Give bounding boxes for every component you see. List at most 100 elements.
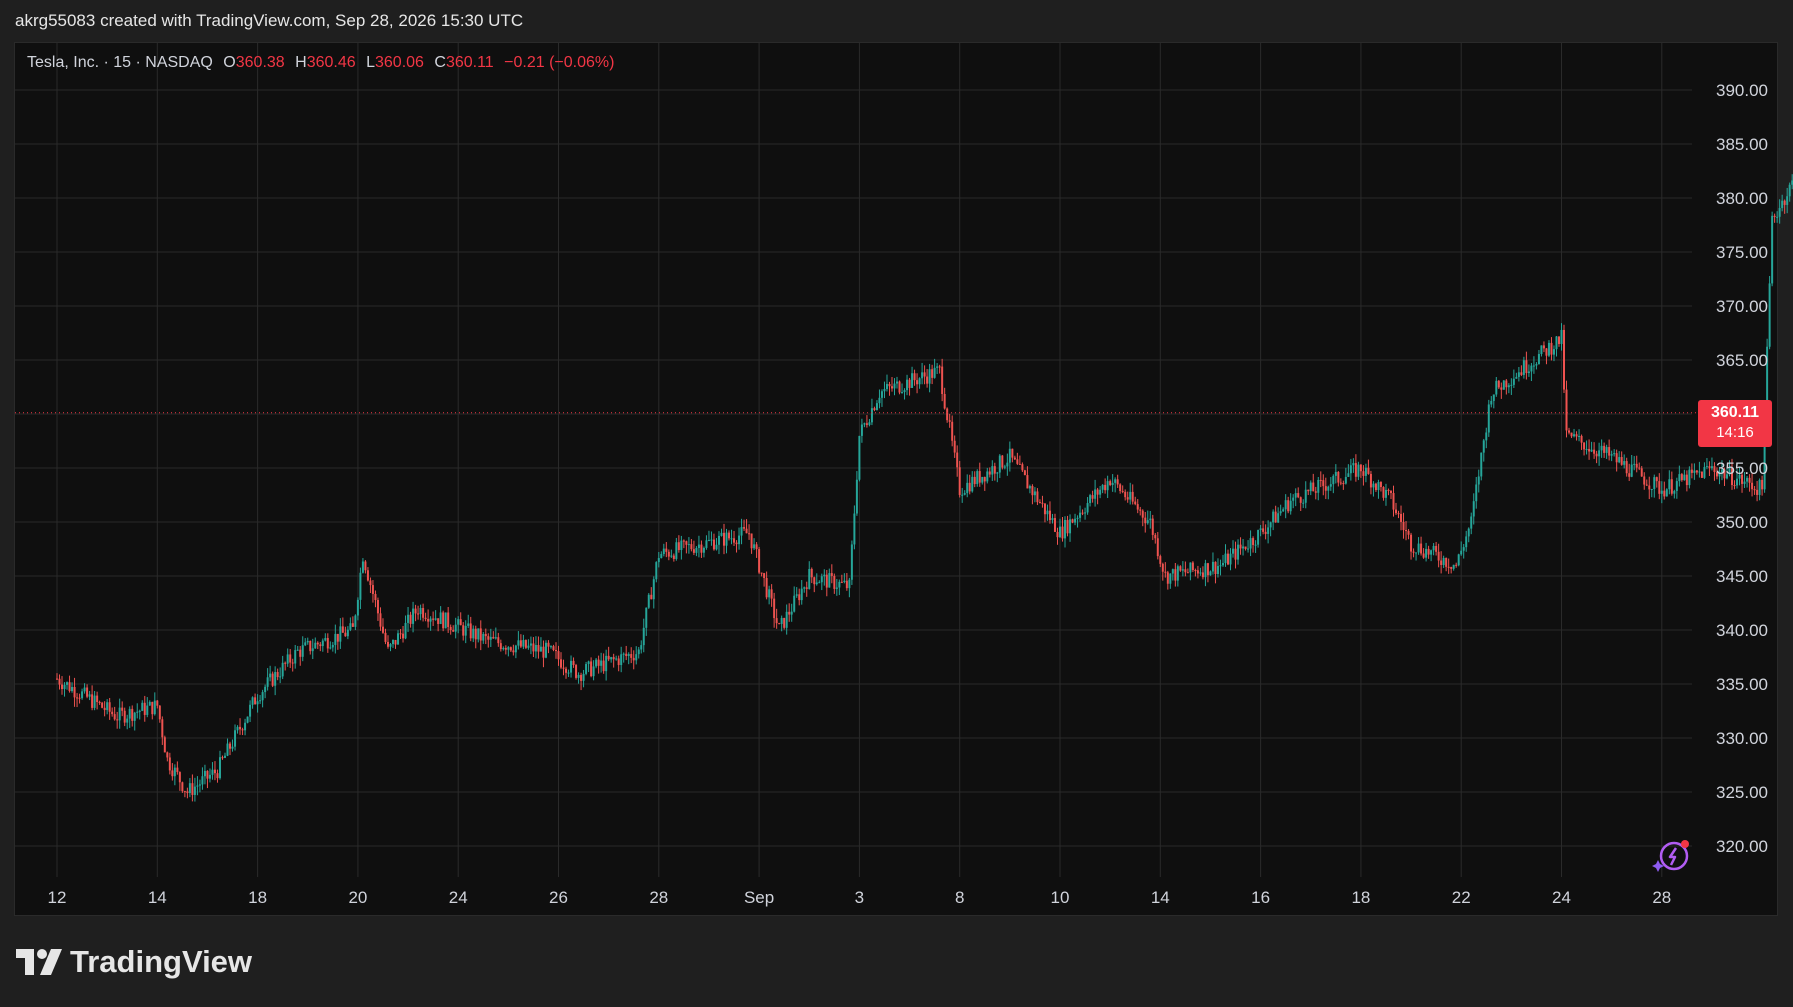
candle-body (923, 372, 926, 377)
candle-body (301, 645, 304, 657)
candle-body (680, 540, 683, 551)
candle-body (329, 647, 332, 649)
candle-body (249, 704, 252, 717)
candle-body (261, 692, 264, 701)
candle-body (828, 573, 831, 588)
candle-body (1743, 481, 1746, 484)
candle-body (1447, 566, 1450, 568)
candle-body (785, 611, 788, 628)
candle-body (1615, 453, 1618, 463)
candle-body (183, 791, 186, 793)
candle-body (1588, 448, 1591, 452)
candle-body (1259, 528, 1262, 531)
candle-body (156, 700, 159, 706)
ohlc-legend: Tesla, Inc. · 15 · NASDAQ O360.38 H360.4… (27, 54, 614, 72)
candle-body (1440, 560, 1443, 565)
candle-body (1154, 534, 1157, 539)
y-tick-label: 375.00 (1716, 243, 1768, 262)
candle-body (1502, 380, 1505, 390)
candle-body (1746, 477, 1749, 482)
candle-body (1470, 516, 1473, 529)
tradingview-brand[interactable]: TradingView (16, 944, 252, 980)
candle-body (356, 599, 359, 616)
candle-body (1598, 450, 1601, 457)
candle-body (133, 712, 136, 721)
candle-body (1074, 518, 1077, 523)
candle-body (1186, 572, 1189, 574)
close-label: C (434, 54, 446, 71)
candle-body (1410, 534, 1413, 552)
candle-body (1786, 196, 1789, 205)
candle-body (1364, 467, 1367, 476)
candle-body (339, 626, 342, 642)
candle-body (916, 380, 919, 385)
candle-body (1485, 432, 1488, 441)
x-tick-label: 18 (1351, 888, 1370, 907)
open-value: 360.38 (235, 54, 285, 71)
candle-body (504, 647, 507, 650)
candle-body (1339, 482, 1342, 484)
candle-body (1517, 372, 1520, 377)
candle-body (1144, 517, 1147, 524)
candle-body (1751, 482, 1754, 490)
symbol-label[interactable]: Tesla, Inc. · 15 · NASDAQ (27, 54, 213, 71)
candle-body (1131, 491, 1134, 502)
candle-body (1507, 385, 1510, 388)
candle-body (364, 561, 367, 571)
candle-body (1578, 435, 1581, 437)
candle-body (702, 547, 705, 553)
candle-body (1635, 463, 1638, 468)
candle-body (597, 659, 600, 666)
price-chart[interactable]: 390.00 385.00 380.00 375.00 370.00 365.00 360.… (0, 0, 1793, 1007)
candle-body (1367, 467, 1370, 474)
candle-body (1166, 572, 1169, 584)
candle-body (617, 658, 620, 666)
candle-body (264, 686, 267, 693)
candle-body (1510, 384, 1513, 386)
candle-body (1126, 497, 1129, 500)
candle-body (1432, 545, 1435, 551)
candle-body (1141, 510, 1144, 518)
candle-body (284, 662, 287, 664)
candle-body (1628, 473, 1631, 477)
candle-body (813, 577, 816, 585)
candle-body (1242, 546, 1245, 549)
candle-body (1643, 476, 1646, 485)
ai-sparkle-icon[interactable] (1652, 836, 1692, 876)
candle-body (1389, 490, 1392, 494)
candle-body (1109, 481, 1112, 486)
candle-body (1753, 489, 1756, 491)
candle-body (1059, 526, 1061, 538)
candle-body (1407, 530, 1410, 535)
candle-body (216, 773, 219, 779)
candle-body (755, 544, 758, 550)
x-tick-label: 26 (549, 888, 568, 907)
candle-body (672, 555, 675, 559)
candle-body (1477, 476, 1480, 485)
candle-body (1638, 467, 1641, 469)
candle-body (467, 623, 470, 626)
candle-body (1344, 476, 1347, 484)
candle-body (1542, 345, 1545, 349)
candle-body (1663, 490, 1666, 497)
candle-body (728, 532, 731, 539)
y-tick-label: 335.00 (1716, 675, 1768, 694)
candle-body (775, 618, 778, 624)
candle-body (848, 579, 851, 589)
candle-body (707, 539, 710, 541)
candle-body (231, 746, 234, 749)
candle-body (607, 655, 610, 660)
candle-body (58, 678, 61, 685)
candle-body (818, 582, 821, 584)
candle-body (1457, 554, 1460, 566)
candle-body (565, 668, 568, 673)
candle-body (539, 646, 542, 652)
y-tick-label: 340.00 (1716, 621, 1768, 640)
candle-body (833, 575, 836, 589)
candle-body (384, 632, 387, 642)
bar-countdown: 14:16 (1716, 424, 1754, 441)
candle-body (324, 638, 327, 641)
candle-body (1560, 329, 1563, 344)
x-tick-label: 18 (248, 888, 267, 907)
candle-body (715, 544, 718, 550)
